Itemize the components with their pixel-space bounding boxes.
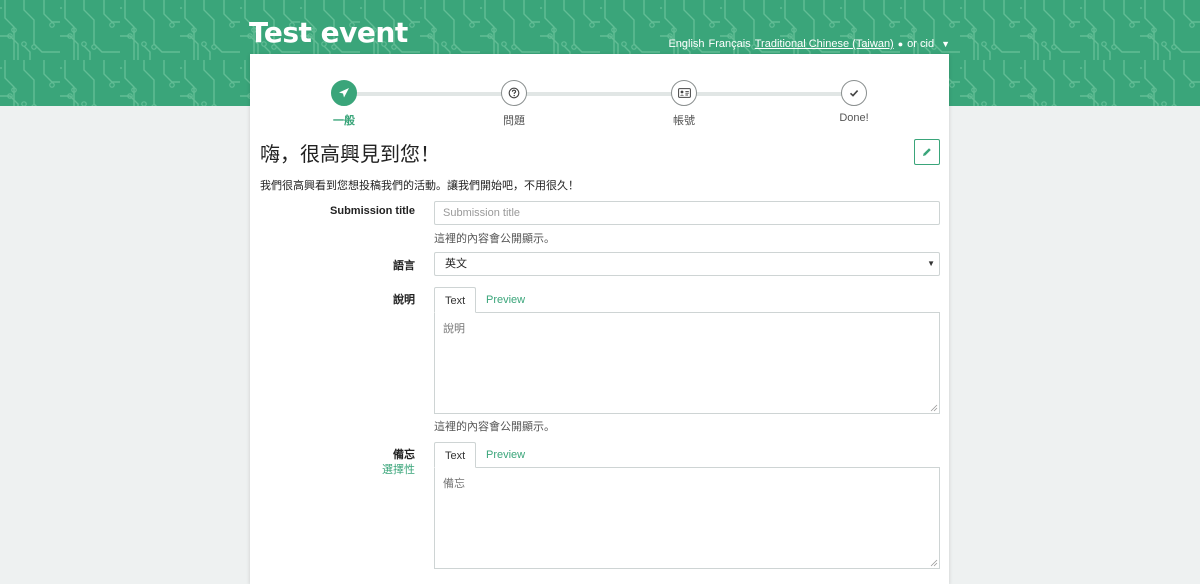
resize-handle-icon[interactable] <box>930 559 938 567</box>
edit-button[interactable] <box>914 139 940 165</box>
notes-label: 備忘 <box>393 449 415 461</box>
description-textarea[interactable] <box>434 312 940 414</box>
submission-card: 一般 問題 帳號 Done! 嗨，很高興見到您！ 我們很高興看到您想投稿我們的活… <box>250 54 949 584</box>
notes-tabs: Text Preview <box>434 442 940 468</box>
step-label: 一般 <box>333 115 355 127</box>
stepper-track <box>344 92 854 96</box>
notes-tab-text[interactable]: Text <box>434 442 477 468</box>
lang-english[interactable]: English <box>668 38 704 50</box>
language-switcher: English Français Traditional Chinese (Ta… <box>668 38 950 50</box>
intro-text: 我們很高興看到您想投稿我們的活動。讓我們開始吧，不用很久！ <box>260 180 579 192</box>
description-tab-text[interactable]: Text <box>434 287 477 313</box>
step-label: 帳號 <box>673 115 695 127</box>
id-card-icon <box>671 80 697 106</box>
question-circle-icon <box>501 80 527 106</box>
language-select[interactable]: 英文 ▼ <box>434 252 940 276</box>
language-label: 語言 <box>393 260 415 272</box>
user-menu-label[interactable]: or cid <box>907 38 934 50</box>
caret-down-icon[interactable]: ▼ <box>941 39 950 49</box>
notes-optional-label: 選擇性 <box>382 464 415 476</box>
paper-plane-icon <box>331 80 357 106</box>
page-heading: 嗨，很高興見到您！ <box>260 144 440 166</box>
title-label: Submission title <box>330 205 415 217</box>
step-label: Done! <box>839 112 869 124</box>
step-done[interactable]: Done! <box>794 80 914 124</box>
stepper: 一般 問題 帳號 Done! <box>250 80 949 130</box>
step-label: 問題 <box>503 115 525 127</box>
pencil-icon <box>923 148 931 156</box>
title-input[interactable] <box>434 201 940 225</box>
event-title: Test event <box>249 16 408 49</box>
bullet-icon: ● <box>897 39 904 49</box>
notes-tab-preview[interactable]: Preview <box>476 442 535 468</box>
description-tab-preview[interactable]: Preview <box>476 287 535 313</box>
title-help-text: 這裡的內容會公開顯示。 <box>434 233 555 245</box>
step-general[interactable]: 一般 <box>284 80 404 128</box>
description-help-text: 這裡的內容會公開顯示。 <box>434 421 555 433</box>
lang-french[interactable]: Français <box>709 38 751 50</box>
notes-textarea[interactable] <box>434 467 940 569</box>
description-label: 說明 <box>393 294 415 306</box>
step-questions[interactable]: 問題 <box>454 80 574 128</box>
step-account[interactable]: 帳號 <box>624 80 744 128</box>
check-icon <box>841 80 867 106</box>
lang-traditional-chinese[interactable]: Traditional Chinese (Taiwan) <box>755 38 894 50</box>
description-tabs: Text Preview <box>434 287 940 313</box>
language-select-value: 英文 <box>445 258 467 270</box>
resize-handle-icon[interactable] <box>930 404 938 412</box>
select-caret-icon: ▼ <box>927 259 935 268</box>
